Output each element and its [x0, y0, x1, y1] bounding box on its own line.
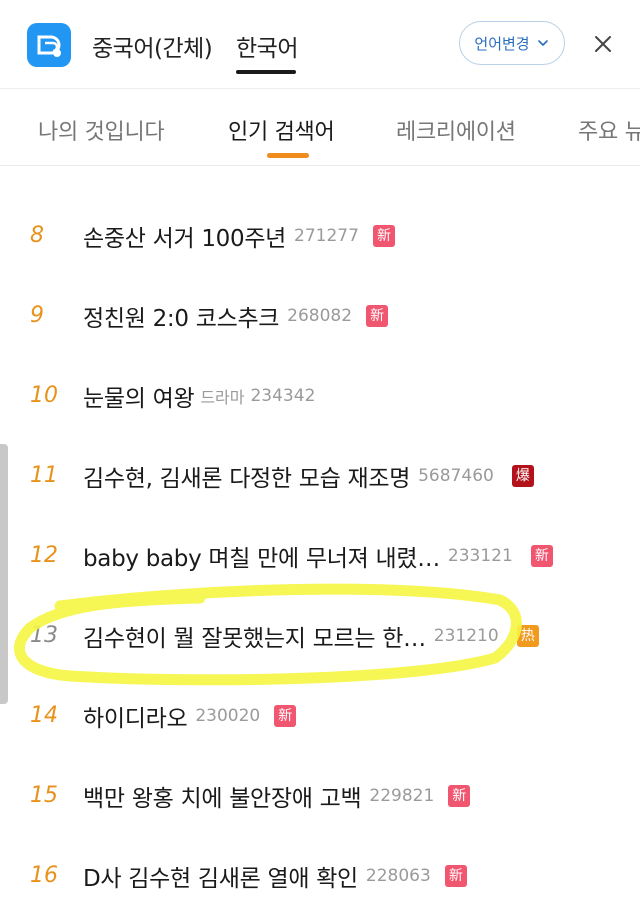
new-badge: 新 [444, 865, 467, 887]
lang-tab-korean[interactable]: 한국어 [236, 29, 298, 63]
rank-number: 8 [30, 223, 44, 248]
list-item[interactable]: 12 baby baby 며칠 만에 무너져 내렸… 233121 新 [0, 516, 640, 596]
search-count: 230020 [195, 706, 261, 726]
lang-tab-chinese[interactable]: 중국어(간체) [92, 29, 213, 63]
app-logo-icon [27, 23, 71, 67]
item-title: 김수현, 김새론 다정한 모습 재조명 [83, 466, 411, 492]
close-icon[interactable] [592, 33, 614, 55]
item-title: 정친원 2:0 코스추크 [83, 306, 280, 332]
item-title: D사 김수현 김새론 열애 확인 [83, 866, 358, 892]
rank-number: 12 [30, 543, 58, 568]
hot-badge: 热 [516, 625, 539, 647]
item-title: 백만 왕홍 치에 불안장애 고백 [83, 786, 362, 812]
change-language-label: 언어변경 [474, 34, 530, 53]
search-count: 231210 [433, 626, 499, 646]
new-badge: 新 [372, 225, 395, 247]
tab-hot-search[interactable]: 인기 검색어 [228, 114, 335, 146]
new-badge: 新 [530, 545, 553, 567]
list-item[interactable]: 15 백만 왕홍 치에 불안장애 고백 229821 新 [0, 756, 640, 836]
list-item[interactable]: 10 눈물의 여왕 드라마 234342 [0, 356, 640, 436]
search-count: 271277 [294, 226, 359, 246]
rank-number: 14 [30, 703, 58, 728]
language-bar: 중국어(간체) 한국어 언어변경 [0, 0, 640, 88]
new-badge: 新 [274, 705, 297, 727]
item-title: 눈물의 여왕 [83, 386, 195, 412]
rank-number: 13 [30, 623, 58, 648]
item-title: 김수현이 뭘 잘못했는지 모르는 한… [83, 626, 426, 652]
search-count: 228063 [365, 866, 431, 886]
rank-number: 16 [30, 863, 58, 888]
chevron-down-icon [537, 40, 548, 46]
search-count: 233121 [447, 546, 513, 566]
rank-number: 11 [30, 463, 58, 488]
list-item[interactable]: 16 D사 김수현 김새론 열애 확인 228063 新 [0, 836, 640, 916]
boom-badge: 爆 [511, 465, 534, 487]
rank-number: 15 [30, 783, 58, 808]
search-count: 229821 [369, 786, 435, 806]
active-tab-indicator [267, 153, 309, 158]
search-count: 268082 [287, 306, 353, 326]
tab-recreation[interactable]: 레크리에이션 [396, 114, 516, 146]
tab-mine[interactable]: 나의 것입니다 [38, 114, 165, 146]
scrollbar[interactable] [0, 444, 8, 704]
category-label: 드라마 [200, 388, 245, 407]
item-title: baby baby 며칠 만에 무너져 내렸… [83, 546, 440, 572]
tab-main-news[interactable]: 주요 뉴 [578, 114, 640, 146]
rank-number: 10 [30, 383, 58, 408]
item-title: 하이디라오 [83, 706, 188, 732]
search-count: 5687460 [418, 466, 494, 486]
new-badge: 新 [366, 305, 389, 327]
lang-tab-underline [236, 70, 296, 74]
item-title: 손중산 서거 100주년 [83, 226, 287, 252]
category-tabs: 나의 것입니다 인기 검색어 레크리에이션 주요 뉴 [0, 88, 640, 166]
list-item[interactable]: 8 손중산 서거 100주년 271277 新 [0, 196, 640, 276]
list-item[interactable]: 9 정친원 2:0 코스추크 268082 新 [0, 276, 640, 356]
new-badge: 新 [448, 785, 471, 807]
list-item[interactable]: 14 하이디라오 230020 新 [0, 676, 640, 756]
list-item[interactable]: 13 김수현이 뭘 잘못했는지 모르는 한… 231210 热 [0, 596, 640, 676]
search-count: 234342 [250, 386, 316, 406]
change-language-button[interactable]: 언어변경 [459, 21, 565, 65]
list-item[interactable]: 11 김수현, 김새론 다정한 모습 재조명 5687460 爆 [0, 436, 640, 516]
rank-number: 9 [30, 303, 44, 328]
